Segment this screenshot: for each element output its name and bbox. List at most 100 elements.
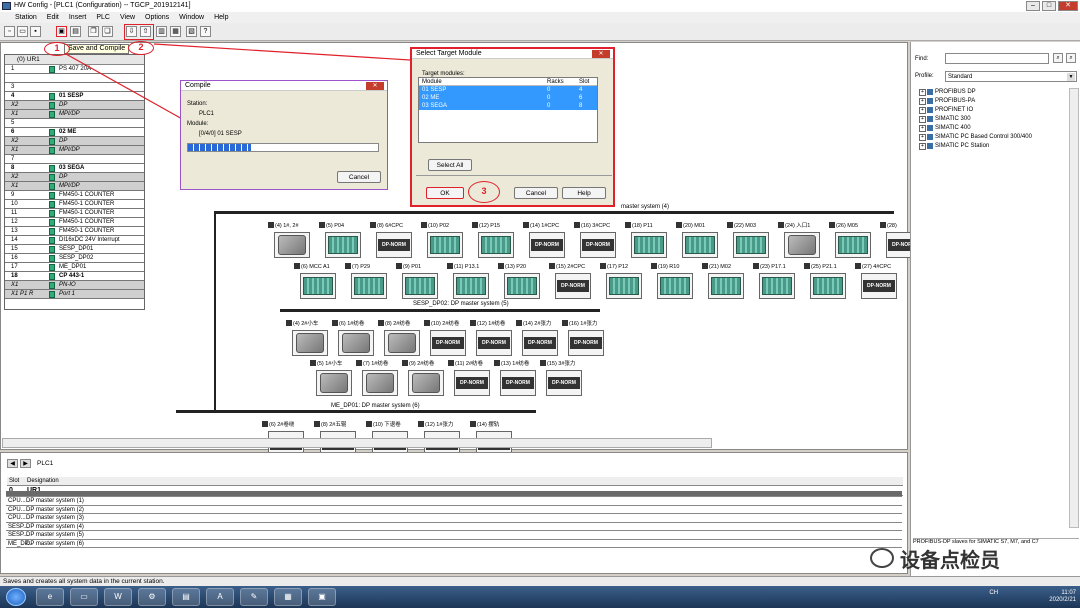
station-label: Station:	[187, 101, 208, 107]
details-designation: DP master system (3)	[26, 515, 84, 521]
taskbar-hwconfig-icon[interactable]: ▤	[172, 588, 200, 606]
target-list-header: Module Racks Slot	[419, 78, 597, 86]
find-prev-icon[interactable]: ⌕	[1066, 53, 1076, 63]
taskbar-plcsim-icon[interactable]: ▣	[308, 588, 336, 606]
taskbar: e ▭ W ⚙ ▤ A ✎ ▦ ▣ CH 11:07 2020/2/21	[0, 586, 1080, 608]
details-designation: DP master system (5)	[26, 532, 84, 538]
compile-progress-bar	[187, 143, 379, 152]
details-col-designation: Designation	[27, 478, 59, 484]
col-module: Module	[422, 79, 442, 85]
compile-progress-fill	[188, 144, 251, 151]
forward-arrow-icon[interactable]: ▶	[20, 459, 31, 468]
target-module-racks: 0	[547, 103, 551, 109]
select-target-module-dialog: Select Target Module ✕ Target modules: M…	[410, 47, 615, 207]
details-designation: DP master system (4)	[26, 523, 84, 530]
catalog-tree-label: SIMATIC 400	[935, 125, 971, 131]
catalog-folder-icon	[927, 125, 933, 131]
annotation-line-2	[153, 43, 411, 61]
catalog-tree-item[interactable]: SIMATIC PC Station	[913, 142, 1063, 151]
catalog-folder-icon	[927, 143, 933, 149]
compile-cancel-button[interactable]: Cancel	[337, 171, 381, 183]
select-all-button[interactable]: Select All	[428, 159, 472, 171]
details-designation: DP master system (6)	[26, 540, 84, 547]
catalog-tree-label: PROFINET IO	[935, 107, 974, 113]
catalog-tree-item[interactable]: PROFIBUS DP	[913, 88, 1063, 97]
ok-button[interactable]: OK	[426, 187, 464, 199]
profile-label: Profile:	[915, 73, 934, 79]
target-module-racks: 0	[547, 95, 551, 101]
stm-title: Select Target Module	[416, 50, 482, 57]
catalog-vertical-scrollbar[interactable]	[1069, 88, 1079, 528]
details-header: Slot Designation	[7, 477, 903, 486]
target-modules-list[interactable]: Module Racks Slot 01 SESP 0 4 02 ME 0 6 03 SEG…	[418, 77, 598, 143]
taskbar-tool-icon[interactable]: ✎	[240, 588, 268, 606]
details-row[interactable]: SESP... DP master system (5)	[6, 531, 902, 540]
details-row[interactable]: CPU... DP master system (1)	[6, 497, 902, 506]
compile-dialog-titlebar: Compile ✕	[181, 81, 387, 91]
stm-close-button[interactable]: ✕	[592, 50, 610, 58]
profile-select[interactable]: Standard ▼	[945, 71, 1077, 82]
catalog-tree-item[interactable]: SIMATIC 300	[913, 115, 1063, 124]
details-row[interactable]: SESP... DP master system (4)	[6, 523, 902, 531]
target-module-row[interactable]: 02 ME 0 6	[419, 94, 597, 102]
taskbar-pdf-icon[interactable]: A	[206, 588, 234, 606]
watermark: 设备点检员	[870, 543, 1070, 573]
station-value: PLC1	[199, 111, 215, 117]
chevron-down-icon[interactable]: ▼	[1067, 73, 1075, 81]
details-col-slot: Slot	[9, 478, 20, 484]
module-value: [0/4/0] 01 SESP	[199, 131, 242, 137]
catalog-find-input[interactable]	[945, 53, 1049, 64]
tray-time: 11:07	[1061, 590, 1076, 596]
catalog-tree-item[interactable]: PROFINET IO	[913, 106, 1063, 115]
catalog-tree-item[interactable]: PROFIBUS-PA	[913, 97, 1063, 106]
taskbar-word-icon[interactable]: W	[104, 588, 132, 606]
catalog-folder-icon	[927, 89, 933, 95]
catalog-folder-icon	[927, 107, 933, 113]
col-racks: Racks	[547, 79, 564, 85]
stm-cancel-button[interactable]: Cancel	[514, 187, 558, 199]
compile-close-button[interactable]: ✕	[366, 82, 384, 90]
stm-titlebar: Select Target Module ✕	[412, 49, 613, 59]
details-station-name: PLC1	[37, 460, 54, 467]
target-module-row[interactable]: 01 SESP 0 4	[419, 86, 597, 94]
annotation-line-1	[65, 53, 185, 121]
details-row[interactable]: ME_DP... DP master system (6)	[6, 540, 902, 548]
col-slot: Slot	[579, 79, 590, 85]
details-slot: CPU...	[8, 506, 26, 513]
input-language[interactable]: CH	[989, 590, 998, 596]
catalog-folder-icon	[927, 116, 933, 122]
start-button[interactable]	[6, 588, 26, 606]
details-designation: DP master system (1)	[26, 498, 84, 504]
catalog-tree-label: SIMATIC PC Based Control 300/400	[935, 134, 1032, 140]
details-slot: CPU...	[8, 515, 26, 521]
wechat-icon	[870, 548, 894, 568]
find-label: Find:	[915, 56, 929, 62]
target-module-row[interactable]: 03 SEGA 0 8	[419, 102, 597, 110]
stm-help-button[interactable]: Help	[562, 187, 606, 199]
tray-date: 2020/2/21	[1049, 597, 1076, 603]
profile-value: Standard	[948, 74, 973, 80]
catalog-tree-label: SIMATIC PC Station	[935, 143, 990, 149]
target-module-slot: 6	[579, 95, 583, 101]
target-module-name: 03 SEGA	[422, 103, 448, 109]
target-module-slot: 8	[579, 103, 583, 109]
taskbar-explorer-icon[interactable]: ▭	[70, 588, 98, 606]
catalog-tree-item[interactable]: SIMATIC 400	[913, 124, 1063, 133]
details-row[interactable]: CPU... DP master system (2)	[6, 506, 902, 514]
taskbar-ie-icon[interactable]: e	[36, 588, 64, 606]
catalog-tree-item[interactable]: SIMATIC PC Based Control 300/400	[913, 133, 1063, 142]
back-arrow-icon[interactable]: ◀	[7, 459, 18, 468]
target-module-slot: 4	[579, 87, 583, 93]
details-slot: CPU...	[8, 498, 26, 504]
details-row[interactable]: CPU... DP master system (3)	[6, 514, 902, 523]
find-next-icon[interactable]: ⌕	[1053, 53, 1063, 63]
annotation-marker-3: 3	[468, 181, 500, 203]
taskbar-simatic-icon[interactable]: ⚙	[138, 588, 166, 606]
watermark-text: 设备点检员	[900, 547, 1000, 572]
hardware-catalog-panel: Find: ⌕ ⌕ Profile: Standard ▼ PROFIBUS D…	[910, 42, 1080, 576]
module-label: Module:	[187, 121, 209, 127]
catalog-folder-icon	[927, 98, 933, 104]
catalog-folder-icon	[927, 134, 933, 140]
status-bar: Saves and creates all system data in the…	[0, 576, 1080, 586]
taskbar-netpro-icon[interactable]: ▦	[274, 588, 302, 606]
